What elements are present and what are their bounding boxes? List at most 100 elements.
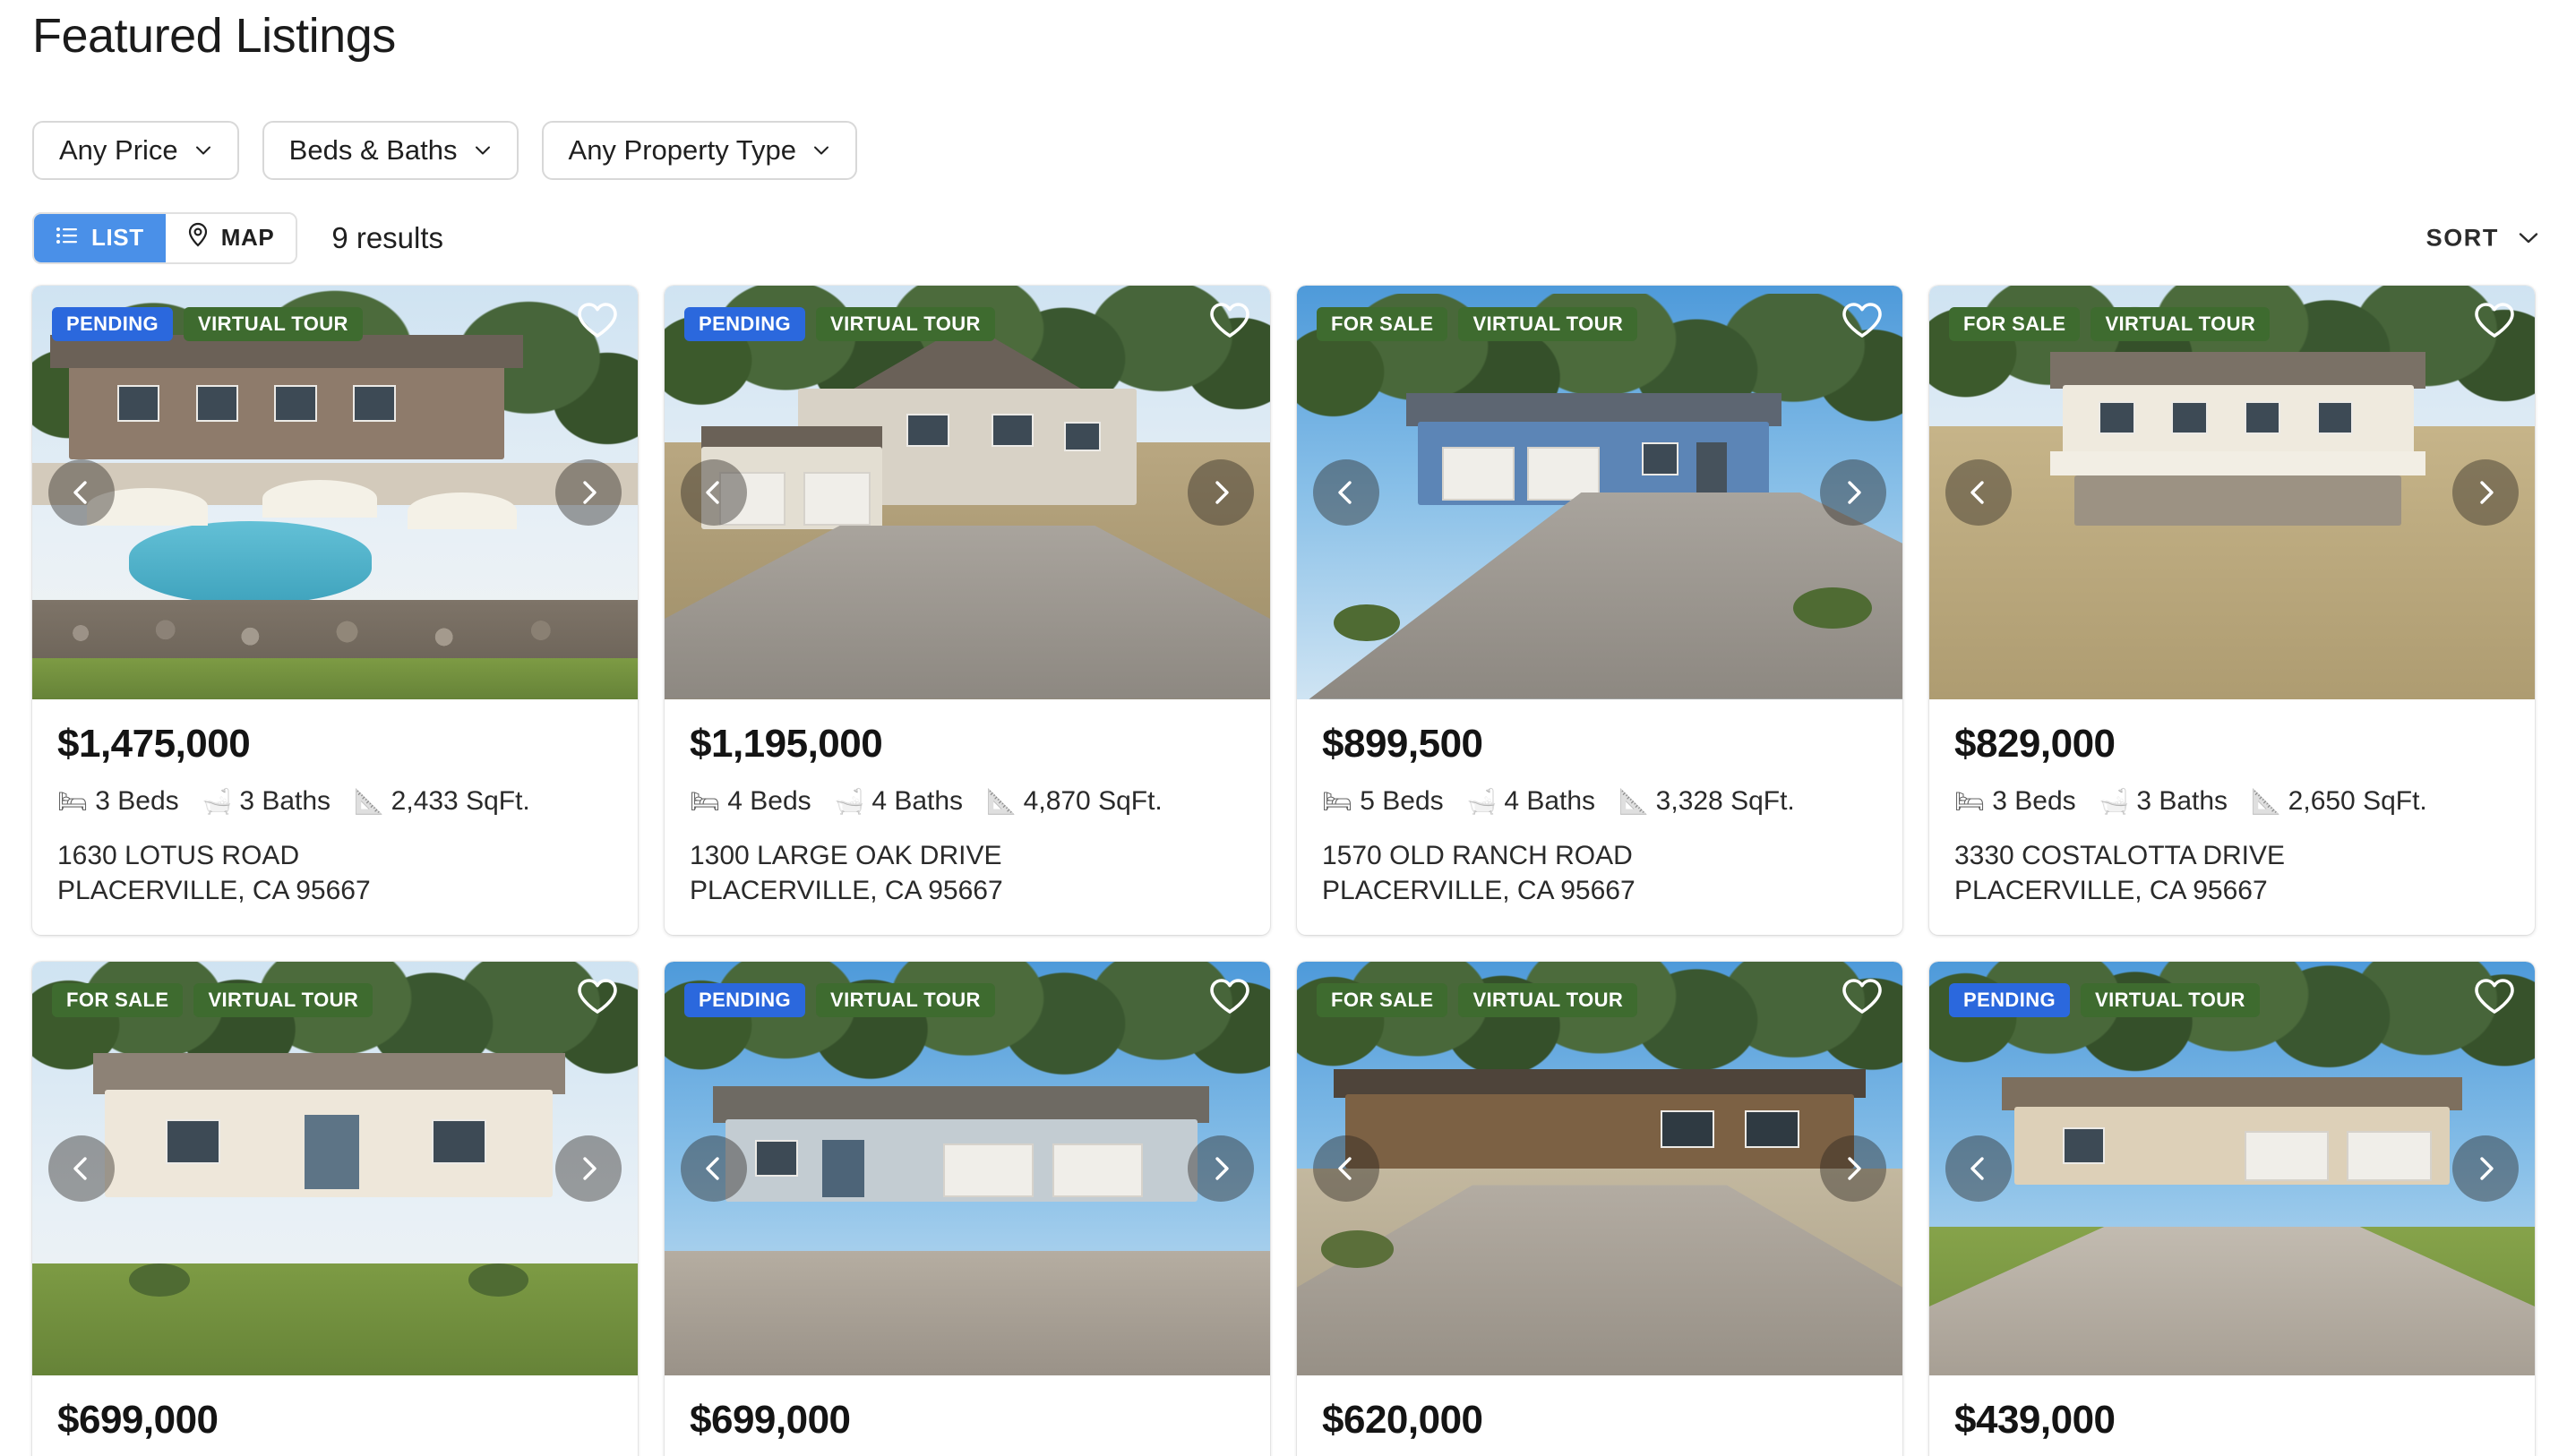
listing-price: $620,000: [1322, 1397, 1483, 1442]
listing-address: 1300 LARGE OAK DRIVE PLACERVILLE, CA 956…: [690, 839, 1245, 908]
filter-any-price[interactable]: Any Price: [32, 120, 239, 180]
tab-list-view-label: LIST: [91, 224, 144, 252]
listing-baths: 3 Baths: [239, 786, 331, 817]
chevron-down-icon: [474, 141, 492, 159]
carousel-next-button[interactable]: [1188, 1135, 1254, 1202]
listing-beds: 5 Beds: [1360, 786, 1444, 817]
status-badge: PENDING: [1949, 982, 2071, 1017]
listing-card-8[interactable]: PENDING VIRTUAL TOUR $439,000 🛏 🛁: [1929, 961, 2535, 1456]
carousel-next-button[interactable]: [1820, 1135, 1886, 1202]
listing-info: $1,475,000 🛏 3 Beds 🛁 3 Baths 📐 2,433 SqFt.…: [32, 699, 638, 935]
listing-price: $1,195,000: [690, 721, 883, 766]
chevron-down-icon: [2517, 229, 2538, 247]
listing-beds: 3 Beds: [1992, 786, 2076, 817]
filter-property-type[interactable]: Any Property Type: [541, 120, 857, 180]
property-photo-art: [32, 285, 638, 699]
tab-map-view-label: MAP: [220, 224, 275, 252]
bath-icon: 🛁: [2099, 787, 2130, 815]
chevron-down-icon: [194, 141, 212, 159]
carousel-next-button[interactable]: [1820, 458, 1886, 526]
listing-card-6[interactable]: PENDING VIRTUAL TOUR $699,000 🛏 🛁: [665, 961, 1270, 1456]
address-line-1: 1300 LARGE OAK DRIVE: [690, 841, 1002, 871]
results-toolbar: LIST MAP 9 results SORT: [32, 211, 2538, 264]
listing-price: $1,475,000: [57, 721, 251, 766]
property-photo-art: [1297, 961, 1902, 1375]
listing-baths: 4 Baths: [871, 786, 964, 817]
carousel-next-button[interactable]: [555, 1135, 622, 1202]
listing-specs: 🛏 5 Beds 🛁 4 Baths 📐 3,328 SqFt.: [1322, 785, 1877, 818]
address-line-2: PLACERVILLE, CA 95667: [1322, 875, 1635, 905]
listing-photo[interactable]: FOR SALE VIRTUAL TOUR: [32, 961, 638, 1375]
bed-icon: 🛏: [1322, 787, 1353, 815]
favorite-heart-icon[interactable]: [1842, 978, 1883, 1020]
listing-card-2[interactable]: PENDING VIRTUAL TOUR $1,195,000 🛏 4 Beds …: [665, 285, 1270, 935]
area-icon: 📐: [354, 787, 384, 815]
carousel-next-button[interactable]: [555, 458, 622, 526]
virtual-tour-badge: VIRTUAL TOUR: [2081, 982, 2260, 1017]
virtual-tour-badge: VIRTUAL TOUR: [816, 306, 995, 341]
filter-beds-baths-label: Beds & Baths: [288, 133, 458, 166]
listing-photo[interactable]: PENDING VIRTUAL TOUR: [1929, 961, 2535, 1375]
carousel-prev-button[interactable]: [1945, 458, 2012, 526]
listing-badges: PENDING VIRTUAL TOUR: [52, 306, 363, 341]
carousel-next-button[interactable]: [2452, 458, 2519, 526]
carousel-prev-button[interactable]: [1945, 1135, 2012, 1202]
favorite-heart-icon[interactable]: [1209, 302, 1250, 344]
favorite-heart-icon[interactable]: [577, 302, 618, 344]
listing-badges: PENDING VIRTUAL TOUR: [1949, 982, 2260, 1017]
listing-beds: 4 Beds: [727, 786, 811, 817]
list-icon: [56, 224, 79, 252]
virtual-tour-badge: VIRTUAL TOUR: [1458, 982, 1638, 1017]
listing-card-3[interactable]: FOR SALE VIRTUAL TOUR $899,500 🛏 5 Beds 🛁…: [1297, 285, 1902, 935]
bath-icon: 🛁: [202, 787, 233, 815]
bed-icon: 🛏: [57, 787, 89, 815]
area-icon: 📐: [1618, 787, 1649, 815]
filter-beds-baths[interactable]: Beds & Baths: [262, 120, 519, 180]
listing-card-5[interactable]: FOR SALE VIRTUAL TOUR $699,000 🛏 🛁: [32, 961, 638, 1456]
listing-baths: 3 Baths: [2136, 786, 2228, 817]
listing-photo[interactable]: FOR SALE VIRTUAL TOUR: [1297, 285, 1902, 699]
bed-icon: 🛏: [690, 787, 721, 815]
listing-card-1[interactable]: PENDING VIRTUAL TOUR $1,475,000 🛏 3 Beds …: [32, 285, 638, 935]
featured-listings-page: Featured Listings Any Price Beds & Baths…: [0, 0, 2567, 1456]
tab-map-view[interactable]: MAP: [165, 213, 296, 262]
listing-info: $699,000 🛏 🛁 📐: [32, 1375, 638, 1456]
listing-card-7[interactable]: FOR SALE VIRTUAL TOUR $620,000 🛏 🛁: [1297, 961, 1902, 1456]
status-badge: PENDING: [684, 982, 806, 1017]
address-line-1: 3330 COSTALOTTA DRIVE: [1954, 841, 2286, 871]
listing-photo[interactable]: FOR SALE VIRTUAL TOUR: [1297, 961, 1902, 1375]
listing-address: 1630 LOTUS ROAD PLACERVILLE, CA 95667: [57, 839, 613, 908]
listing-area: 3,328 SqFt.: [1655, 786, 1795, 817]
listing-area: 2,433 SqFt.: [391, 786, 530, 817]
favorite-heart-icon[interactable]: [2474, 978, 2515, 1020]
listing-photo[interactable]: FOR SALE VIRTUAL TOUR: [1929, 285, 2535, 699]
listing-photo[interactable]: PENDING VIRTUAL TOUR: [665, 285, 1270, 699]
listing-info: $899,500 🛏 5 Beds 🛁 4 Baths 📐 3,328 SqFt. 1…: [1297, 699, 1902, 935]
carousel-prev-button[interactable]: [48, 458, 115, 526]
carousel-prev-button[interactable]: [1313, 1135, 1379, 1202]
listing-specs: 🛏 4 Beds 🛁 4 Baths 📐 4,870 SqFt.: [690, 785, 1245, 818]
favorite-heart-icon[interactable]: [1842, 302, 1883, 344]
status-badge: FOR SALE: [1949, 306, 2081, 341]
listing-info: $1,195,000 🛏 4 Beds 🛁 4 Baths 📐 4,870 SqFt.…: [665, 699, 1270, 935]
carousel-prev-button[interactable]: [48, 1135, 115, 1202]
favorite-heart-icon[interactable]: [1209, 978, 1250, 1020]
favorite-heart-icon[interactable]: [2474, 302, 2515, 344]
listing-photo[interactable]: PENDING VIRTUAL TOUR: [665, 961, 1270, 1375]
tab-list-view[interactable]: LIST: [34, 213, 166, 262]
listing-photo[interactable]: PENDING VIRTUAL TOUR: [32, 285, 638, 699]
carousel-next-button[interactable]: [1188, 458, 1254, 526]
listing-card-4[interactable]: FOR SALE VIRTUAL TOUR $829,000 🛏 3 Beds 🛁…: [1929, 285, 2535, 935]
favorite-heart-icon[interactable]: [577, 978, 618, 1020]
bed-icon: 🛏: [1954, 787, 1986, 815]
sort-control[interactable]: SORT: [2426, 224, 2538, 252]
carousel-prev-button[interactable]: [1313, 458, 1379, 526]
listing-info: $439,000 🛏 🛁 📐: [1929, 1375, 2535, 1456]
carousel-next-button[interactable]: [2452, 1135, 2519, 1202]
property-photo-art: [32, 961, 638, 1375]
carousel-prev-button[interactable]: [681, 1135, 747, 1202]
address-line-2: PLACERVILLE, CA 95667: [57, 875, 371, 905]
carousel-prev-button[interactable]: [681, 458, 747, 526]
listing-grid: PENDING VIRTUAL TOUR $1,475,000 🛏 3 Beds …: [32, 285, 2535, 1456]
listing-baths: 4 Baths: [1504, 786, 1596, 817]
